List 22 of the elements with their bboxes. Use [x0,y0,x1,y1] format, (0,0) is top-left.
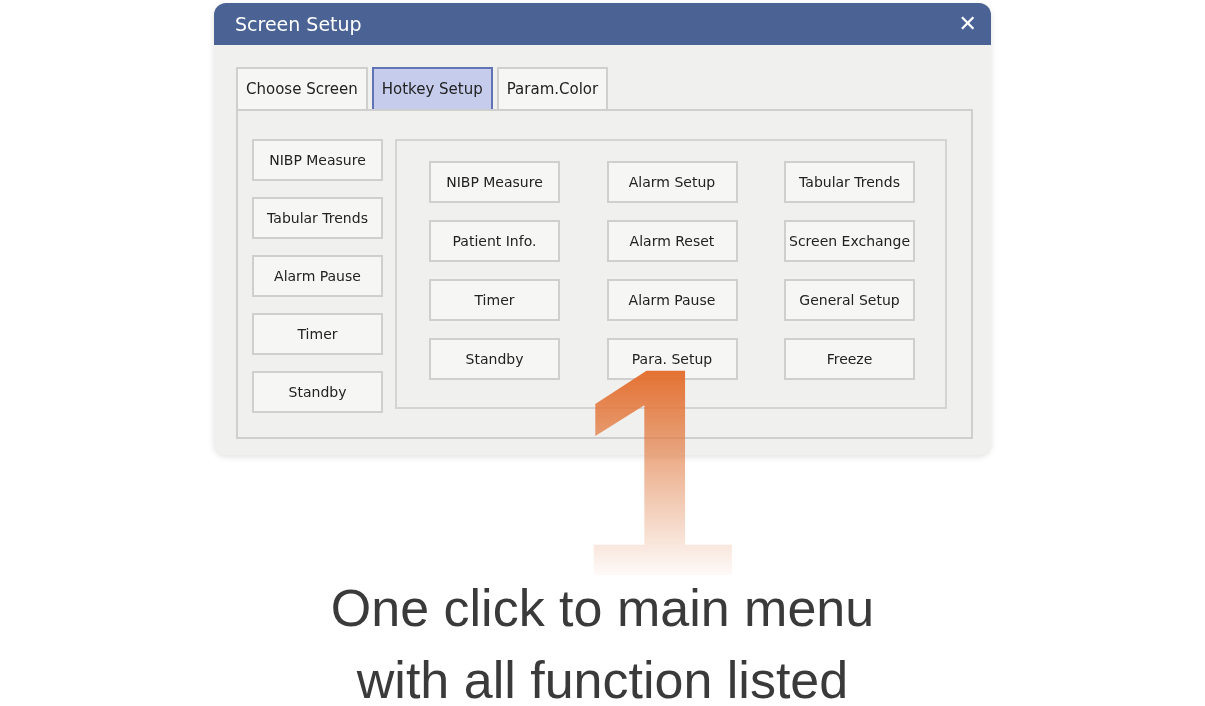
hotkey-button[interactable]: Tabular Trends [252,197,383,239]
function-button[interactable]: Alarm Reset [606,220,738,262]
close-button[interactable]: ✕ [958,13,977,35]
function-button[interactable]: Alarm Pause [606,279,738,321]
function-button[interactable]: Freeze [784,338,915,380]
hotkey-button[interactable]: Alarm Pause [252,255,383,297]
caption-line: with all function listed [355,650,850,706]
window-title: Screen Setup [235,11,362,37]
function-button[interactable]: Tabular Trends [784,161,915,203]
function-button[interactable]: Patient Info. [429,220,560,262]
function-button[interactable]: General Setup [784,279,915,321]
hotkey-button[interactable]: NIBP Measure [252,139,383,181]
hotkey-button[interactable]: Timer [252,313,383,355]
function-button[interactable]: NIBP Measure [429,161,560,203]
function-button[interactable]: Timer [429,279,560,321]
tab[interactable]: Hotkey Setup [371,67,493,109]
tab[interactable]: Choose Screen [236,67,368,109]
function-button[interactable]: Standby [429,338,560,380]
hotkey-button[interactable]: Standby [252,371,383,413]
function-button[interactable]: Screen Exchange [784,220,915,262]
function-button[interactable]: Alarm Setup [606,161,738,203]
tab[interactable]: Param.Color [496,67,609,109]
